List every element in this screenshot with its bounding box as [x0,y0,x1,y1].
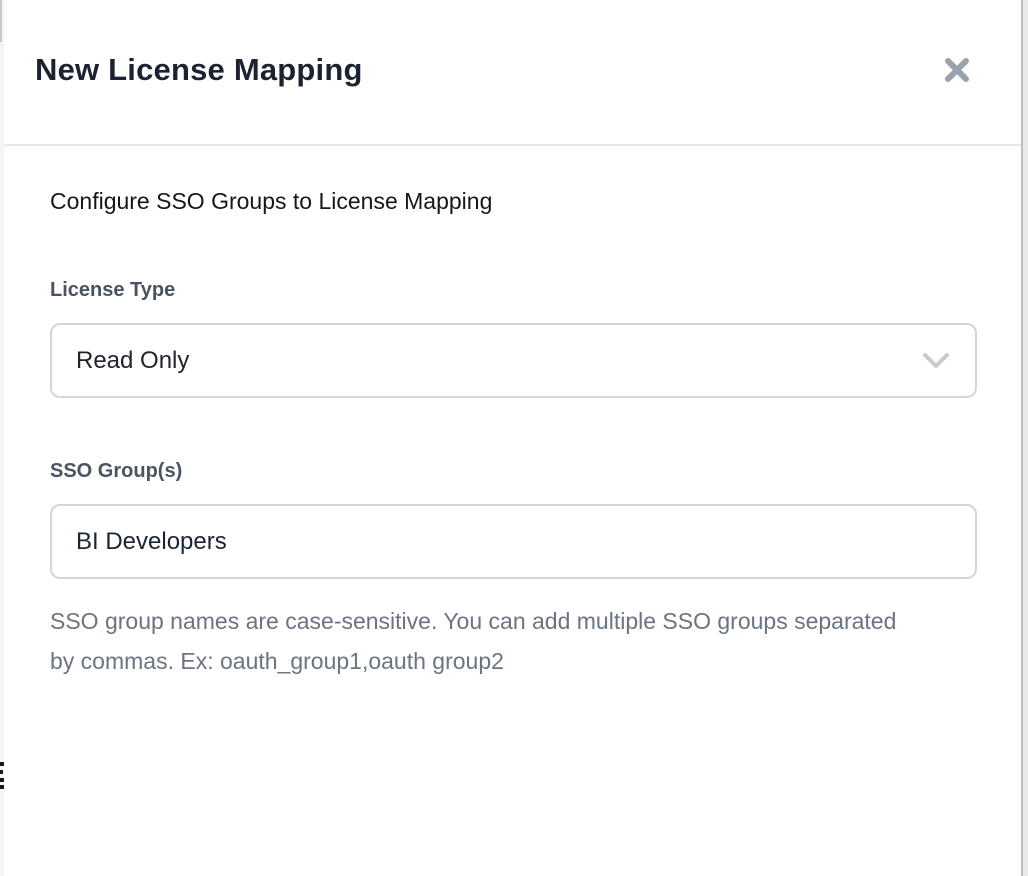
sso-groups-helper-text: SSO group names are case-sensitive. You … [50,601,900,681]
dialog-title: New License Mapping [35,52,363,88]
x-close-icon [942,55,972,85]
license-type-selected-value: Read Only [76,347,189,375]
chevron-down-icon [921,352,951,370]
backdrop-artifact [0,770,3,774]
sso-groups-label: SSO Group(s) [50,460,975,483]
backdrop-artifact [0,0,2,42]
sso-groups-field-group: SSO Group(s) SSO group names are case-se… [50,460,975,681]
page-backdrop: New License Mapping Configure SSO Groups… [0,0,1028,876]
license-type-select[interactable]: Read Only [50,323,977,398]
new-license-mapping-dialog: New License Mapping Configure SSO Groups… [4,0,1023,876]
dialog-subtitle: Configure SSO Groups to License Mapping [50,188,975,215]
sso-groups-input[interactable] [50,504,977,579]
license-type-label: License Type [50,279,975,302]
close-button[interactable] [937,50,977,90]
dialog-header: New License Mapping [4,0,1021,146]
dialog-body: Configure SSO Groups to License Mapping … [4,146,1021,681]
license-type-field-group: License Type Read Only [50,279,975,398]
backdrop-right-sliver [1023,0,1028,876]
